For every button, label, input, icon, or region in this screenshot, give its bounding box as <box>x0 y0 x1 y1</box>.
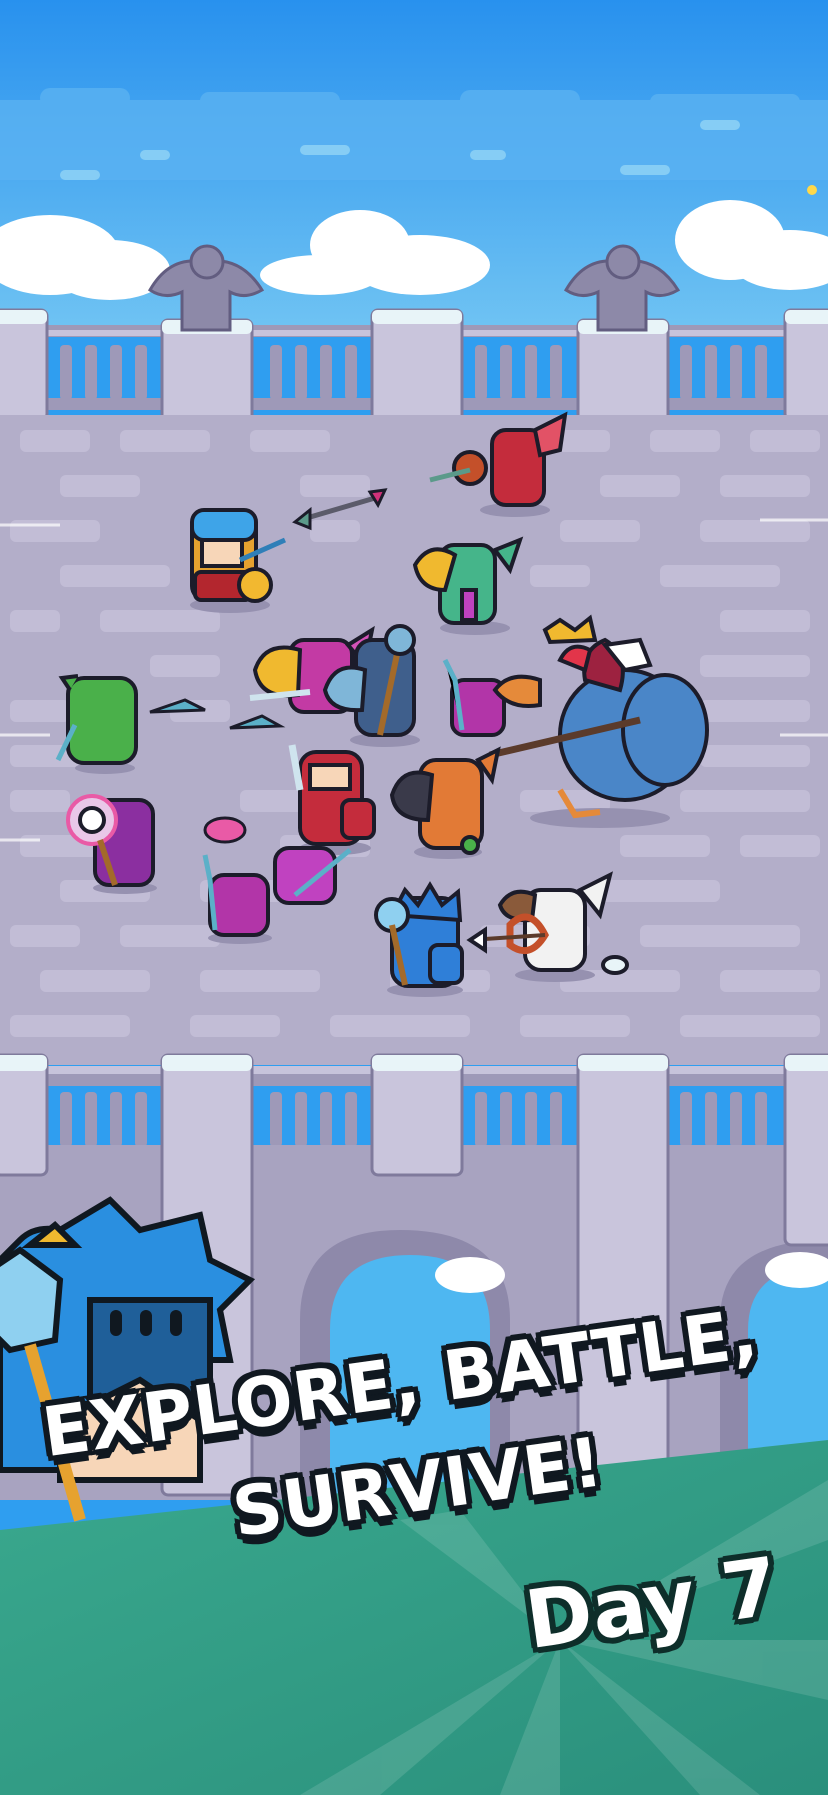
promo-headline: EXPLORE, BATTLE, SURVIVE! Day 7 <box>0 0 828 1795</box>
headline-line2: SURVIVE! <box>228 1423 608 1554</box>
headline-line1: EXPLORE, BATTLE, <box>38 1294 763 1474</box>
day-counter: Day 7 <box>520 1539 785 1668</box>
